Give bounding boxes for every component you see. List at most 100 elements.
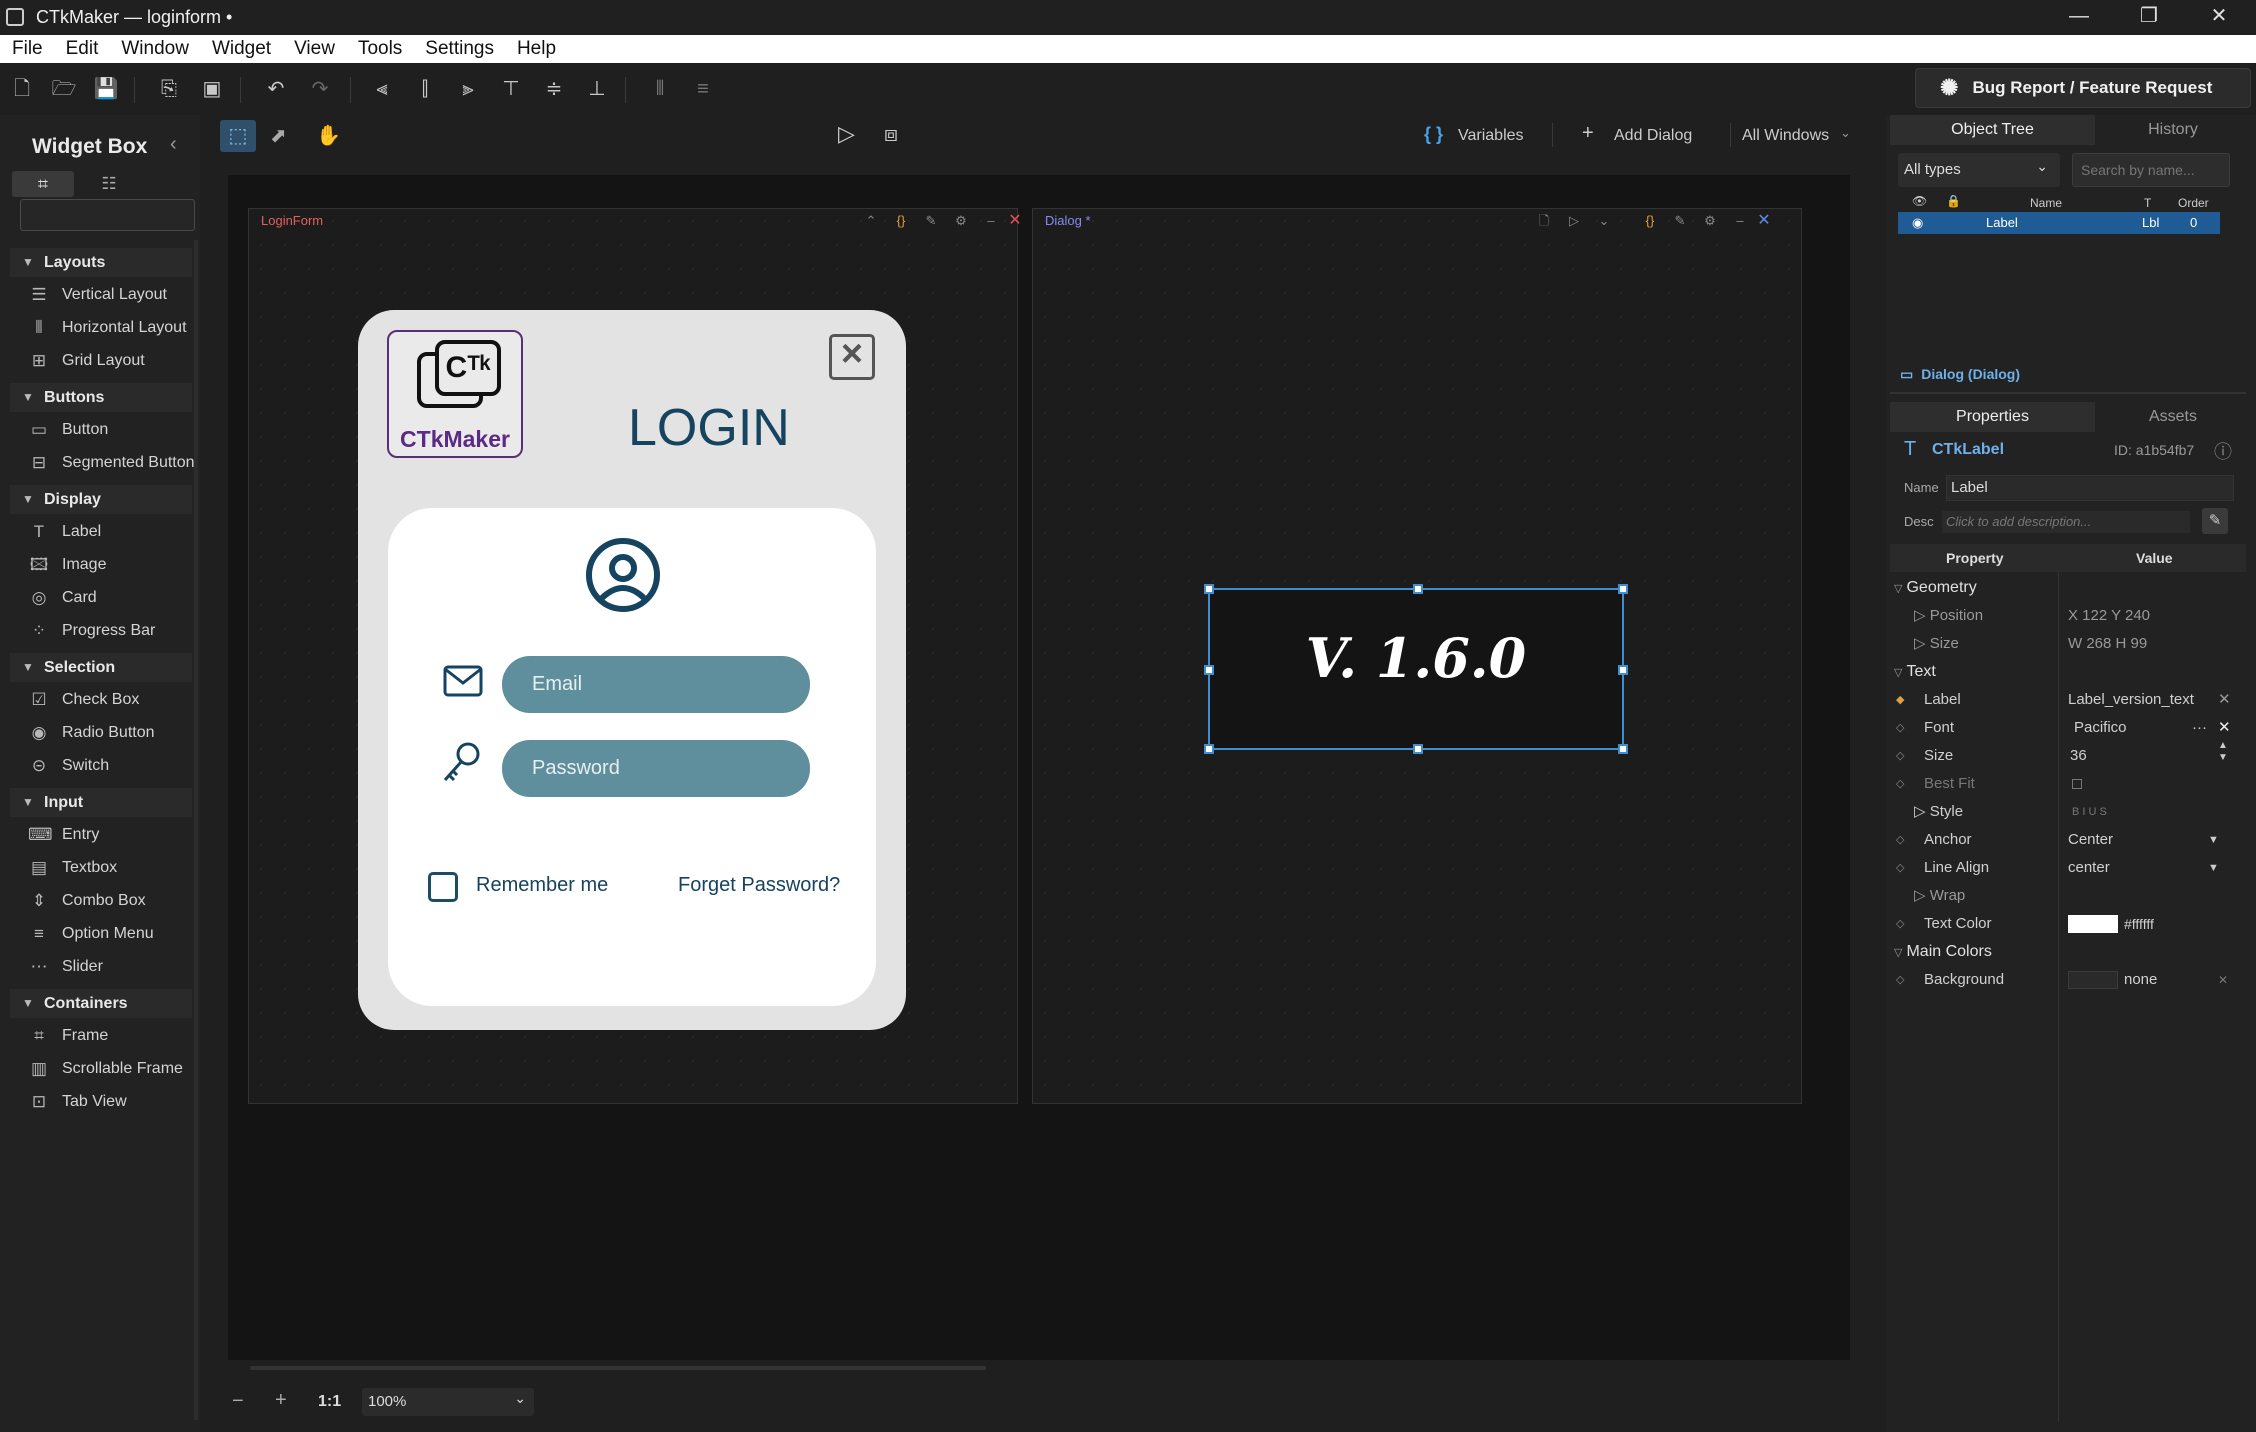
align-middle-v-icon[interactable]: ≑ (540, 75, 568, 103)
type-filter-select[interactable]: All types ⌄ (1898, 153, 2060, 187)
play-icon[interactable]: ▷ (1563, 209, 1585, 233)
prop-best-fit[interactable]: ◇ Best Fit (1890, 770, 2236, 798)
edit-desc-icon[interactable]: ✎ (2202, 508, 2228, 534)
prop-font[interactable]: ◇ Font Pacifico ··· ✕ (1890, 714, 2236, 742)
tab-properties[interactable]: Properties (1890, 402, 2095, 432)
select-tool-icon[interactable]: ⬚ (220, 120, 256, 152)
expand-icon[interactable]: ⌄ (1593, 209, 1615, 233)
widget-item-label[interactable]: T Label (28, 518, 198, 546)
widget-item-entry[interactable]: ⌨ Entry (28, 821, 198, 849)
close-dialog-icon[interactable]: × (829, 334, 875, 380)
forget-password-link[interactable]: Forget Password? (678, 874, 840, 897)
widget-item-image[interactable]: 🖾 Image (28, 551, 198, 579)
object-search-input[interactable] (2072, 153, 2230, 187)
widget-item-scrollable-frame[interactable]: ▥ Scrollable Frame (28, 1055, 198, 1083)
preview-dialog-icon[interactable]: ⧈ (884, 121, 898, 147)
tab-history[interactable]: History (2100, 115, 2246, 145)
tab-object-tree[interactable]: Object Tree (1890, 115, 2095, 145)
prop-wrap[interactable]: ▷ Wrap (1890, 882, 2236, 910)
resize-handle[interactable] (1618, 665, 1628, 675)
resize-handle[interactable] (1618, 584, 1628, 594)
widget-item-segmented-button[interactable]: ⊟ Segmented Button (28, 449, 198, 477)
prop-font-size[interactable]: ◇ Size 36 ▲ ▼ (1890, 740, 2236, 770)
widget-item-horizontal-layout[interactable]: ⫴ Horizontal Layout (28, 314, 198, 342)
right-panel-splitter[interactable] (1890, 392, 2246, 394)
prop-text-color[interactable]: ◇ Text Color #ffffff (1890, 910, 2236, 938)
widget-search-input[interactable] (20, 199, 195, 231)
menu-edit[interactable]: Edit (66, 35, 99, 63)
bug-report-button[interactable]: ✺ Bug Report / Feature Request (1915, 68, 2251, 108)
menu-settings[interactable]: Settings (425, 35, 494, 63)
distribute-v-icon[interactable]: ≡ (689, 75, 717, 103)
visible-eye-icon[interactable]: ◉ (1912, 212, 1923, 234)
resize-handle[interactable] (1204, 584, 1214, 594)
widget-item-combo-box[interactable]: ⇕ Combo Box (28, 887, 198, 915)
best-fit-checkbox[interactable] (2072, 779, 2082, 789)
widget-section-input[interactable]: ▼ Input (10, 788, 192, 817)
spin-icon[interactable]: ▲ ▼ (2218, 740, 2228, 764)
resize-handle[interactable] (1413, 584, 1423, 594)
group-text[interactable]: ▽ Text (1890, 658, 2236, 686)
new-file-icon[interactable]: 🗋 (8, 75, 36, 103)
prop-anchor[interactable]: ◇ Anchor Center ▼ (1890, 826, 2236, 854)
widget-section-buttons[interactable]: ▼ Buttons (10, 383, 192, 412)
align-center-h-icon[interactable]: ⫿ (411, 75, 439, 103)
align-right-icon[interactable]: ⫸ (454, 75, 482, 103)
clear-icon[interactable]: ✕ (2218, 714, 2231, 742)
zoom-out-icon[interactable]: − (232, 1390, 244, 1413)
collapse-icon[interactable]: ⌃ (860, 209, 882, 233)
close-icon[interactable]: ✕ (1753, 209, 1775, 233)
distribute-h-icon[interactable]: ⦀ (646, 75, 674, 103)
color-swatch[interactable] (2068, 971, 2118, 989)
menu-view[interactable]: View (294, 35, 335, 63)
menu-file[interactable]: File (12, 35, 43, 63)
menu-help[interactable]: Help (517, 35, 556, 63)
variables-icon[interactable]: {} (890, 209, 912, 233)
widget-item-radio-button[interactable]: ◉ Radio Button (28, 719, 198, 747)
align-left-icon[interactable]: ⫷ (368, 75, 396, 103)
widget-item-card[interactable]: ◎ Card (28, 584, 198, 612)
widget-item-frame[interactable]: ⌗ Frame (28, 1022, 198, 1050)
widget-item-switch[interactable]: ⊝ Switch (28, 752, 198, 780)
prop-style[interactable]: ▷ Style B I U S (1890, 798, 2236, 826)
undo-icon[interactable]: ↶ (262, 75, 290, 103)
group-main-colors[interactable]: ▽ Main Colors (1890, 938, 2236, 966)
resize-handle[interactable] (1413, 744, 1423, 754)
prop-position[interactable]: ▷ Position X 122 Y 240 (1890, 602, 2236, 630)
zoom-in-icon[interactable]: + (275, 1389, 287, 1412)
menu-window[interactable]: Window (121, 35, 189, 63)
help-icon[interactable]: ⓘ (2214, 438, 2232, 464)
widget-section-containers[interactable]: ▼ Containers (10, 989, 192, 1018)
minimize-icon[interactable]: – (1729, 209, 1751, 233)
more-icon[interactable]: ··· (2192, 714, 2207, 742)
clear-icon[interactable]: ✕ (2218, 686, 2231, 714)
canvas-hscrollbar[interactable] (250, 1366, 986, 1370)
widget-section-selection[interactable]: ▼ Selection (10, 653, 192, 682)
widget-item-check-box[interactable]: ☑ Check Box (28, 686, 198, 714)
remember-checkbox[interactable] (428, 872, 458, 902)
name-input[interactable]: Label (1946, 475, 2234, 501)
login-panel[interactable]: Cᵀᵏ CTkMaker LOGIN × Email Password Reme… (358, 310, 906, 1030)
hand-tool-icon[interactable]: ✋ (316, 123, 341, 148)
run-preview-icon[interactable]: ▷ (838, 121, 855, 147)
color-swatch[interactable] (2068, 915, 2118, 933)
password-field[interactable]: Password (502, 740, 810, 797)
widget-item-vertical-layout[interactable]: ☰ Vertical Layout (28, 281, 198, 309)
resize-handle[interactable] (1204, 665, 1214, 675)
widget-section-layouts[interactable]: ▼ Layouts (10, 248, 192, 277)
minimize-icon[interactable]: – (980, 209, 1002, 233)
widget-item-grid-layout[interactable]: ⊞ Grid Layout (28, 347, 198, 375)
widget-item-option-menu[interactable]: ≡ Option Menu (28, 920, 198, 948)
widget-box-scrollbar[interactable] (194, 240, 198, 1420)
dropdown-arrow-icon[interactable]: ▼ (2208, 854, 2219, 882)
clear-icon[interactable]: ✕ (2218, 966, 2228, 994)
tree-row-label[interactable]: ◉ Label Lbl 0 (1898, 212, 2220, 234)
menu-widget[interactable]: Widget (212, 35, 271, 63)
prop-size[interactable]: ▷ Size W 268 H 99 (1890, 630, 2236, 658)
view-toggle-list[interactable]: ☷ (78, 171, 140, 197)
zoom-select[interactable]: 100% ⌄ (362, 1388, 534, 1416)
edit-icon[interactable]: ✎ (920, 209, 942, 233)
all-windows-select[interactable]: All Windows (1742, 127, 1829, 145)
restore-button[interactable]: ❐ (2114, 0, 2184, 35)
edit-icon[interactable]: ✎ (1669, 209, 1691, 233)
